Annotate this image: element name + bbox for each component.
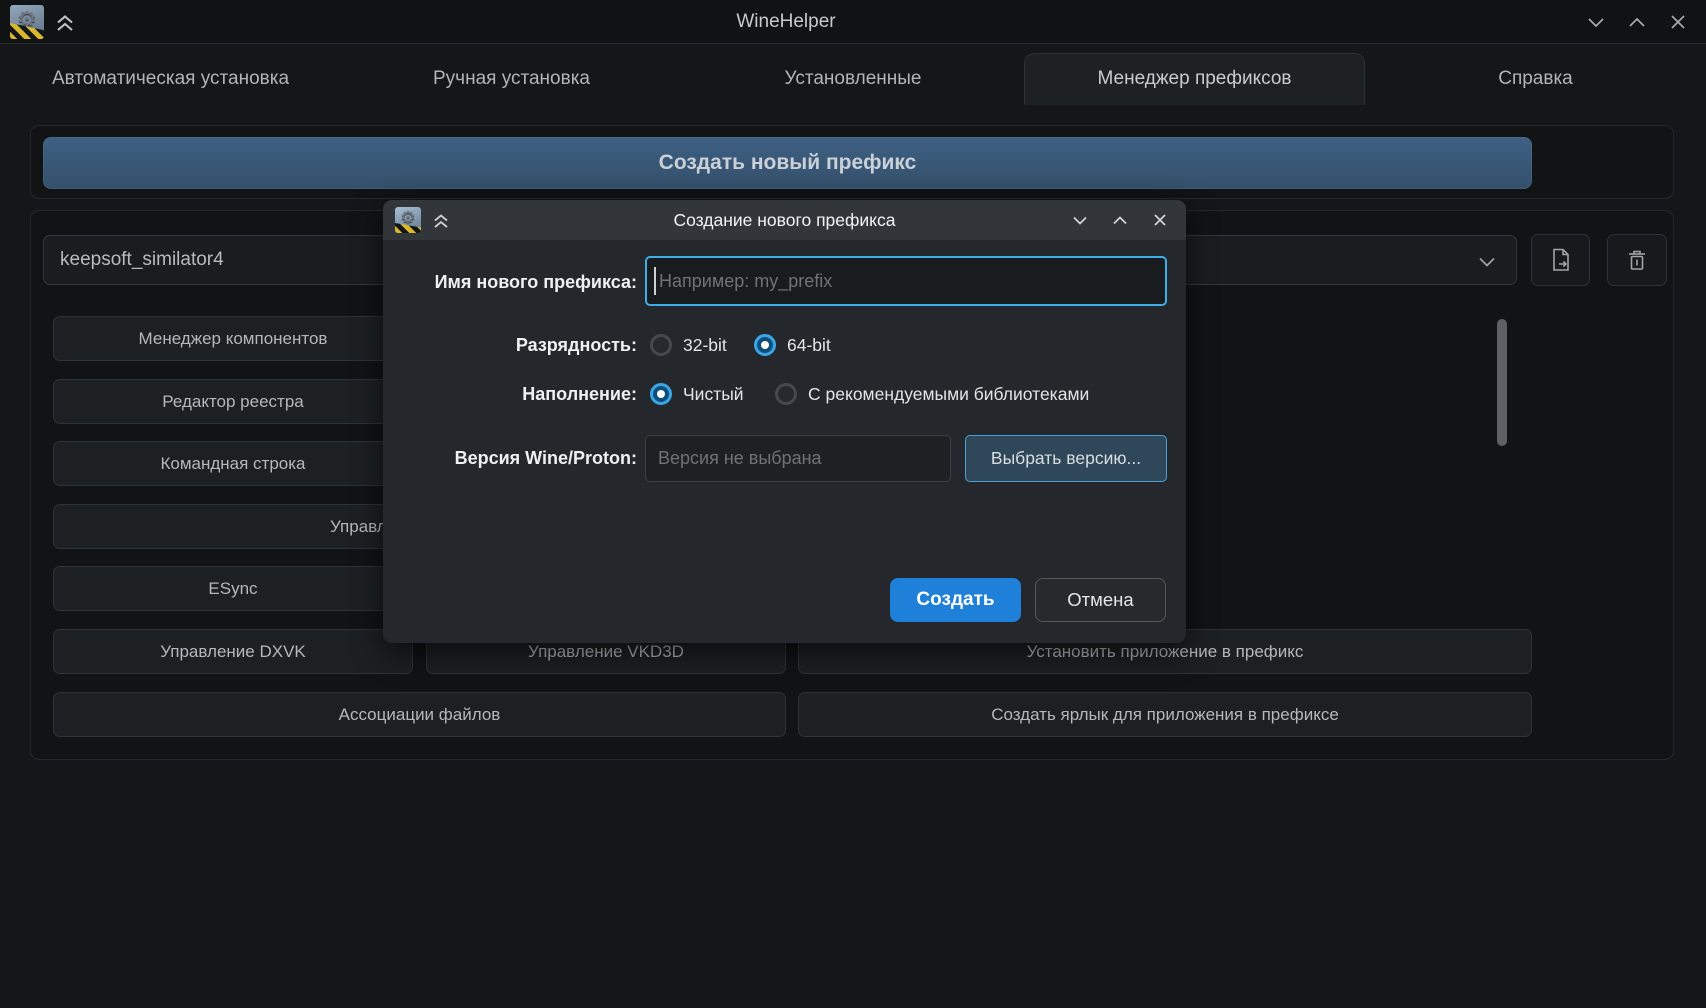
wine-version-input[interactable]	[645, 435, 951, 482]
dialog-titlebar: ⚙ Создание нового префикса	[383, 200, 1186, 240]
window-title: WineHelper	[0, 0, 1572, 44]
radio-clean[interactable]	[650, 383, 672, 405]
prefix-name-label: Имя нового префикса:	[407, 271, 637, 293]
command-line-button[interactable]: Командная строка	[53, 441, 413, 486]
dialog-title: Создание нового префикса	[383, 200, 1186, 240]
chevron-down-icon	[1474, 249, 1500, 275]
prefix-select-value: keepsoft_similator4	[60, 249, 224, 270]
create-shortcut-button[interactable]: Создать ярлык для приложения в префиксе	[798, 692, 1532, 737]
winehelper-window: ⚙ WineHelper Автоматическая установка Ру…	[0, 0, 1706, 1008]
create-prefix-dialog: ⚙ Создание нового префикса Имя нового пр…	[383, 200, 1186, 643]
close-icon	[1666, 10, 1690, 34]
trash-icon	[1624, 247, 1650, 273]
radio-64bit[interactable]	[754, 334, 776, 356]
components-manager-button[interactable]: Менеджер компонентов	[53, 316, 413, 361]
chevron-down-icon	[1070, 210, 1090, 230]
dialog-minimize-button[interactable]	[1068, 208, 1092, 232]
chevron-up-icon	[1110, 210, 1130, 230]
radio-recommended-libs-label[interactable]: С рекомендуемыми библиотеками	[808, 383, 1089, 405]
chevron-down-icon	[1584, 10, 1608, 34]
prefix-name-input[interactable]	[645, 256, 1167, 306]
close-icon	[1150, 210, 1170, 230]
radio-clean-label[interactable]: Чистый	[683, 383, 744, 405]
file-associations-button[interactable]: Ассоциации файлов	[53, 692, 786, 737]
create-new-prefix-button[interactable]: Создать новый префикс	[43, 137, 1532, 189]
radio-32bit[interactable]	[650, 334, 672, 356]
close-button[interactable]	[1666, 10, 1690, 34]
minimize-button[interactable]	[1584, 10, 1608, 34]
fill-label: Наполнение:	[407, 383, 637, 405]
scrollbar-thumb[interactable]	[1497, 319, 1507, 446]
maximize-button[interactable]	[1625, 10, 1649, 34]
window-controls	[1584, 0, 1690, 44]
tab-help[interactable]: Справка	[1365, 56, 1706, 102]
dxvk-management-button[interactable]: Управление DXVK	[53, 629, 413, 674]
file-icon	[1548, 247, 1574, 273]
delete-prefix-button[interactable]	[1607, 234, 1667, 286]
new-prefix-file-button[interactable]	[1531, 234, 1590, 286]
text-cursor	[654, 267, 656, 295]
titlebar: ⚙ WineHelper	[0, 0, 1706, 44]
dialog-controls	[1068, 200, 1172, 240]
dialog-close-button[interactable]	[1148, 208, 1172, 232]
radio-32bit-label[interactable]: 32-bit	[683, 334, 727, 356]
dialog-create-button[interactable]: Создать	[890, 578, 1021, 622]
radio-recommended-libs[interactable]	[775, 383, 797, 405]
tab-manual-install[interactable]: Ручная установка	[341, 56, 682, 102]
radio-64bit-label[interactable]: 64-bit	[787, 334, 831, 356]
registry-editor-button[interactable]: Редактор реестра	[53, 379, 413, 424]
tab-installed[interactable]: Установленные	[682, 56, 1024, 102]
tab-prefix-manager[interactable]: Менеджер префиксов	[1024, 53, 1365, 105]
tab-auto-install[interactable]: Автоматическая установка	[0, 56, 341, 102]
choose-version-button[interactable]: Выбрать версию...	[965, 435, 1167, 482]
esync-button[interactable]: ESync	[53, 566, 413, 611]
bitness-label: Разрядность:	[407, 334, 637, 356]
chevron-up-icon	[1625, 10, 1649, 34]
create-prefix-panel: Создать новый префикс	[30, 125, 1674, 199]
wine-version-label: Версия Wine/Proton:	[407, 447, 637, 469]
dialog-maximize-button[interactable]	[1108, 208, 1132, 232]
dialog-cancel-button[interactable]: Отмена	[1035, 578, 1166, 622]
